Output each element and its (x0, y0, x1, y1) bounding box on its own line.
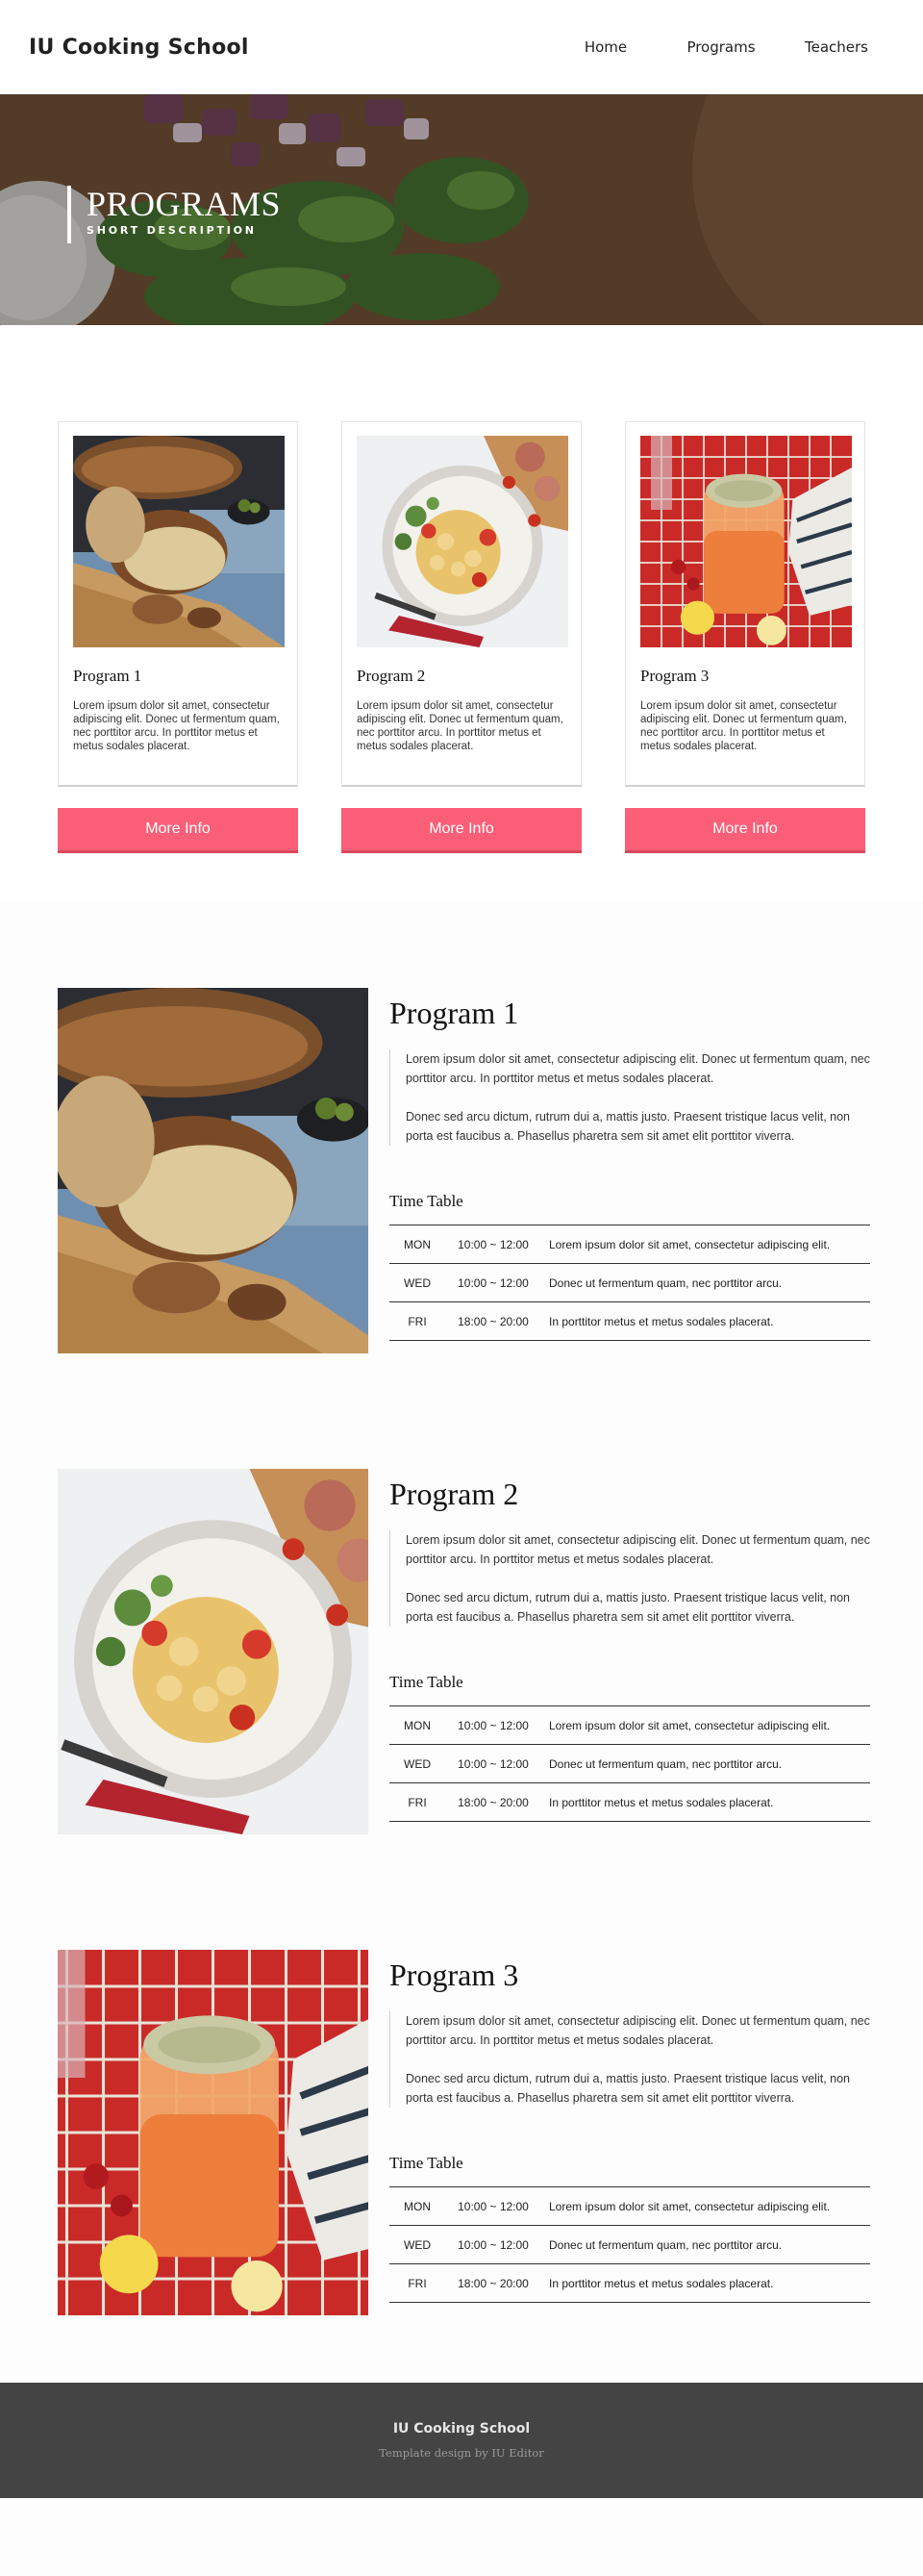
note-cell: Donec ut fermentum quam, nec porttitor a… (541, 1263, 870, 1302)
card-body: Program 2 Lorem ipsum dolor sit amet, co… (341, 421, 582, 787)
program-card-1: Program 1 Lorem ipsum dolor sit amet, co… (58, 421, 298, 853)
program-description: Lorem ipsum dolor sit amet, consectetur … (389, 2011, 870, 2108)
program-image-gnocchi (58, 1469, 368, 1834)
time-cell: 10:00 ~ 12:00 (445, 1263, 541, 1302)
note-cell: Lorem ipsum dolor sit amet, consectetur … (541, 1705, 870, 1745)
table-row: MON 10:00 ~ 12:00 Lorem ipsum dolor sit … (389, 1225, 870, 1264)
card-title: Program 1 (73, 667, 142, 685)
timetable: MON 10:00 ~ 12:00 Lorem ipsum dolor sit … (389, 2186, 870, 2303)
time-cell: 10:00 ~ 12:00 (445, 1744, 541, 1783)
hero-title: PROGRAMS (87, 185, 282, 223)
program-body: Program 3 Lorem ipsum dolor sit amet, co… (389, 1950, 870, 2315)
card-text: Lorem ipsum dolor sit amet, consectetur … (640, 700, 847, 752)
time-cell: 18:00 ~ 20:00 (445, 1301, 541, 1341)
program-cards: Program 1 Lorem ipsum dolor sit amet, co… (0, 325, 923, 901)
table-row: FRI 18:00 ~ 20:00 In porttitor metus et … (389, 2263, 870, 2303)
program-body: Program 2 Lorem ipsum dolor sit amet, co… (389, 1469, 870, 1834)
program-body: Program 1 Lorem ipsum dolor sit amet, co… (389, 988, 870, 1353)
description-paragraph: Donec sed arcu dictum, rutrum dui a, mat… (406, 2072, 851, 2105)
program-detail-3: Program 3 Lorem ipsum dolor sit amet, co… (58, 1950, 870, 2315)
note-cell: In porttitor metus et metus sodales plac… (541, 1782, 870, 1822)
program-details: Program 1 Lorem ipsum dolor sit amet, co… (0, 901, 923, 2383)
note-cell: In porttitor metus et metus sodales plac… (541, 2263, 870, 2303)
footer-brand: IU Cooking School (392, 2421, 531, 2437)
description-paragraph: Donec sed arcu dictum, rutrum dui a, mat… (406, 1110, 851, 1143)
day-cell: FRI (389, 1301, 445, 1341)
timetable-heading: Time Table (389, 1192, 463, 1210)
program-description: Lorem ipsum dolor sit amet, consectetur … (389, 1530, 870, 1627)
program-description: Lorem ipsum dolor sit amet, consectetur … (389, 1049, 870, 1146)
hero-subtitle: SHORT DESCRIPTION (87, 224, 257, 237)
table-row: MON 10:00 ~ 12:00 Lorem ipsum dolor sit … (389, 1705, 870, 1745)
description-paragraph: Lorem ipsum dolor sit amet, consectetur … (406, 1533, 870, 1566)
site-footer: IU Cooking School Template design by IU … (0, 2383, 923, 2498)
nav-teachers[interactable]: Teachers (779, 38, 894, 56)
program-card-3: Program 3 Lorem ipsum dolor sit amet, co… (625, 421, 865, 853)
note-cell: Lorem ipsum dolor sit amet, consectetur … (541, 1225, 870, 1264)
card-text: Lorem ipsum dolor sit amet, consectetur … (357, 700, 563, 752)
card-body: Program 1 Lorem ipsum dolor sit amet, co… (58, 421, 298, 787)
program-detail-2: Program 2 Lorem ipsum dolor sit amet, co… (58, 1469, 870, 1834)
day-cell: MON (389, 1705, 445, 1745)
program-title: Program 1 (389, 996, 519, 1030)
time-cell: 10:00 ~ 12:00 (445, 1705, 541, 1745)
note-cell: Donec ut fermentum quam, nec porttitor a… (541, 2225, 870, 2264)
nav-programs[interactable]: Programs (663, 38, 779, 56)
card-body: Program 3 Lorem ipsum dolor sit amet, co… (625, 421, 865, 787)
card-image-bread (73, 436, 285, 647)
description-paragraph: Lorem ipsum dolor sit amet, consectetur … (406, 1052, 870, 1085)
note-cell: In porttitor metus et metus sodales plac… (541, 1301, 870, 1341)
timetable-heading: Time Table (389, 1673, 463, 1691)
table-row: MON 10:00 ~ 12:00 Lorem ipsum dolor sit … (389, 2186, 870, 2226)
card-text: Lorem ipsum dolor sit amet, consectetur … (73, 700, 280, 752)
day-cell: WED (389, 1744, 445, 1783)
timetable-heading: Time Table (389, 2154, 463, 2172)
time-cell: 10:00 ~ 12:00 (445, 1225, 541, 1264)
table-row: WED 10:00 ~ 12:00 Donec ut fermentum qua… (389, 2225, 870, 2264)
time-cell: 10:00 ~ 12:00 (445, 2186, 541, 2226)
day-cell: MON (389, 2186, 445, 2226)
hero-title-block: PROGRAMS SHORT DESCRIPTION (67, 186, 281, 243)
timetable: MON 10:00 ~ 12:00 Lorem ipsum dolor sit … (389, 1705, 870, 1822)
site-header: IU Cooking School Home Programs Teachers (0, 0, 923, 94)
note-cell: Lorem ipsum dolor sit amet, consectetur … (541, 2186, 870, 2226)
program-title: Program 3 (389, 1957, 519, 1992)
hero-banner: PROGRAMS SHORT DESCRIPTION (0, 94, 923, 325)
day-cell: MON (389, 1225, 445, 1264)
main-nav: Home Programs Teachers (548, 38, 894, 56)
table-row: WED 10:00 ~ 12:00 Donec ut fermentum qua… (389, 1744, 870, 1783)
day-cell: WED (389, 1263, 445, 1302)
card-title: Program 3 (640, 667, 710, 685)
more-info-button[interactable]: More Info (341, 808, 582, 853)
program-card-2: Program 2 Lorem ipsum dolor sit amet, co… (341, 421, 582, 853)
program-image-juice (58, 1950, 368, 2315)
card-title: Program 2 (357, 667, 426, 685)
day-cell: FRI (389, 2263, 445, 2303)
card-image-juice (640, 436, 852, 647)
nav-home[interactable]: Home (548, 38, 663, 56)
program-detail-1: Program 1 Lorem ipsum dolor sit amet, co… (58, 988, 870, 1353)
more-info-button[interactable]: More Info (58, 808, 298, 853)
footer-credit: Template design by IU Editor (379, 2446, 544, 2460)
table-row: FRI 18:00 ~ 20:00 In porttitor metus et … (389, 1782, 870, 1822)
table-row: FRI 18:00 ~ 20:00 In porttitor metus et … (389, 1301, 870, 1341)
timetable: MON 10:00 ~ 12:00 Lorem ipsum dolor sit … (389, 1225, 870, 1341)
program-title: Program 2 (389, 1477, 519, 1511)
brand-logo[interactable]: IU Cooking School (29, 36, 249, 60)
program-image-bread (58, 988, 368, 1353)
more-info-button[interactable]: More Info (625, 808, 865, 853)
time-cell: 18:00 ~ 20:00 (445, 2263, 541, 2303)
day-cell: FRI (389, 1782, 445, 1822)
day-cell: WED (389, 2225, 445, 2264)
description-paragraph: Donec sed arcu dictum, rutrum dui a, mat… (406, 1591, 851, 1624)
time-cell: 10:00 ~ 12:00 (445, 2225, 541, 2264)
card-image-gnocchi (357, 436, 568, 647)
note-cell: Donec ut fermentum quam, nec porttitor a… (541, 1744, 870, 1783)
description-paragraph: Lorem ipsum dolor sit amet, consectetur … (406, 2014, 870, 2047)
table-row: WED 10:00 ~ 12:00 Donec ut fermentum qua… (389, 1263, 870, 1302)
time-cell: 18:00 ~ 20:00 (445, 1782, 541, 1822)
